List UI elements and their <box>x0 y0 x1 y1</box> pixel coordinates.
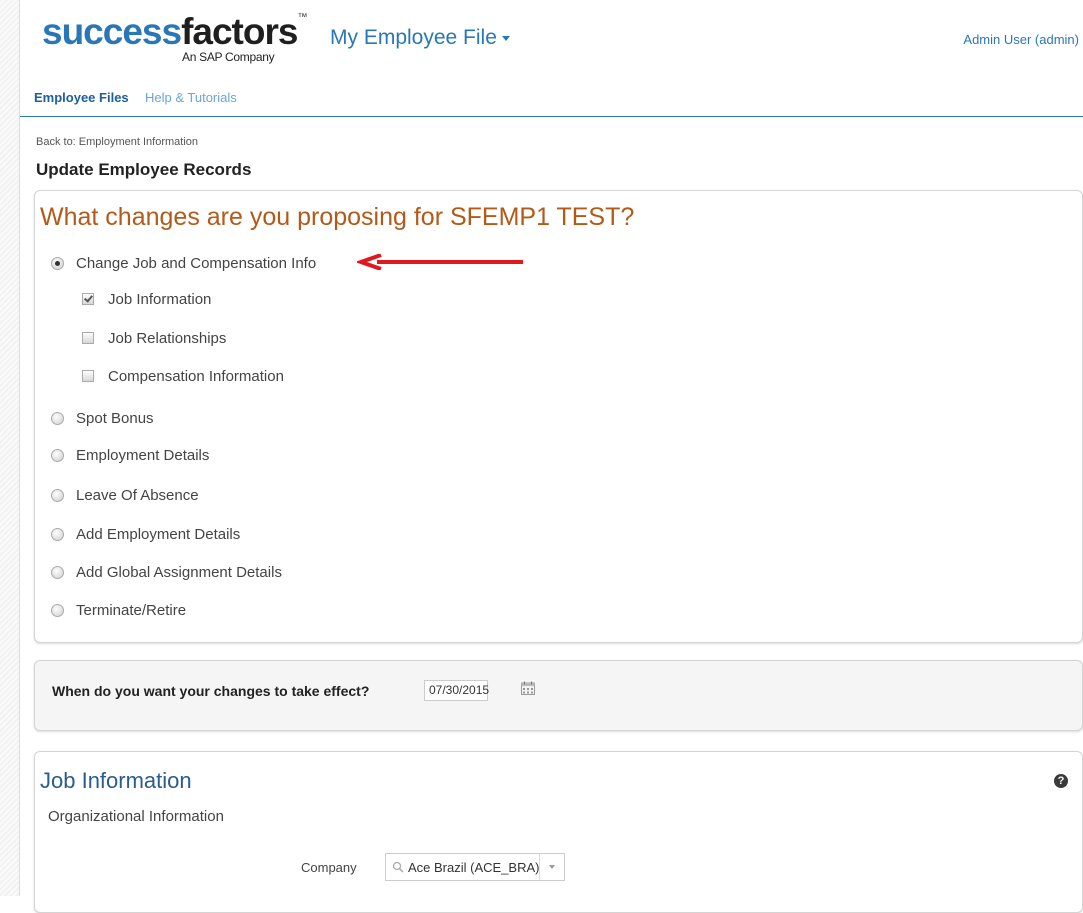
user-menu[interactable]: Admin User (admin) <box>963 32 1079 47</box>
option-label: Spot Bonus <box>76 409 154 427</box>
tab-employee-files[interactable]: Employee Files <box>34 90 129 105</box>
dropdown-arrow-icon[interactable] <box>539 854 564 880</box>
top-nav: Employee Files Help & Tutorials <box>20 82 1083 117</box>
breadcrumb[interactable]: Back to: Employment Information <box>36 136 198 148</box>
checkbox-label: Job Information <box>108 290 212 308</box>
changes-question: What changes are you proposing for SFEMP… <box>40 203 635 231</box>
logo-text-factors: factors <box>181 11 298 52</box>
checkbox-icon[interactable] <box>82 370 94 382</box>
app-header: successfactors™ An SAP Company My Employ… <box>20 0 1083 82</box>
app-title-label: My Employee File <box>330 26 497 49</box>
option-label: Add Employment Details <box>76 525 241 543</box>
job-information-title: Job Information <box>40 768 192 793</box>
company-value: Ace Brazil (ACE_BRA) <box>408 859 540 875</box>
option-add-global-assignment[interactable]: Add Global Assignment Details <box>51 561 282 583</box>
company-select[interactable]: Ace Brazil (ACE_BRA) <box>385 853 565 881</box>
checkbox-label: Job Relationships <box>108 329 227 347</box>
page-title: Update Employee Records <box>36 160 252 179</box>
checkbox-job-information[interactable]: Job Information <box>82 288 211 310</box>
logo-tm: ™ <box>297 12 308 23</box>
checkbox-icon[interactable] <box>82 332 94 344</box>
effective-date-label: When do you want your changes to take ef… <box>52 683 370 699</box>
search-icon <box>392 861 404 873</box>
checkbox-label: Compensation Information <box>108 367 284 385</box>
option-spot-bonus[interactable]: Spot Bonus <box>51 407 154 429</box>
chevron-down-icon <box>501 35 510 41</box>
successfactors-logo[interactable]: successfactors™ An SAP Company <box>42 11 307 68</box>
option-change-job-comp[interactable]: Change Job and Compensation Info <box>51 252 316 274</box>
app-title-menu[interactable]: My Employee File <box>330 26 510 50</box>
effective-date-panel: When do you want your changes to take ef… <box>34 660 1083 731</box>
tab-help-tutorials[interactable]: Help & Tutorials <box>145 90 237 105</box>
effective-date-input[interactable]: 07/30/2015 <box>424 680 489 701</box>
radio-icon[interactable] <box>51 411 64 425</box>
radio-icon[interactable] <box>51 488 64 502</box>
company-label: Company <box>301 860 357 875</box>
radio-icon[interactable] <box>51 603 64 617</box>
option-add-employment-details[interactable]: Add Employment Details <box>51 523 240 545</box>
option-label: Leave Of Absence <box>76 486 199 504</box>
left-gutter <box>0 0 20 896</box>
option-label: Terminate/Retire <box>76 601 187 619</box>
checkbox-checked-icon[interactable] <box>82 293 94 305</box>
logo-tagline: An SAP Company <box>182 50 275 64</box>
changes-panel: What changes are you proposing for SFEMP… <box>34 190 1083 643</box>
option-label: Change Job and Compensation Info <box>76 254 317 272</box>
red-arrow-annotation <box>357 254 523 270</box>
radio-selected-icon[interactable] <box>51 256 64 270</box>
help-icon[interactable]: ? <box>1054 774 1068 788</box>
option-label: Add Global Assignment Details <box>76 563 282 581</box>
organizational-information-label: Organizational Information <box>48 808 224 825</box>
option-terminate-retire[interactable]: Terminate/Retire <box>51 599 186 621</box>
calendar-icon[interactable] <box>521 681 535 695</box>
radio-icon[interactable] <box>51 448 64 462</box>
radio-icon[interactable] <box>51 527 64 541</box>
option-leave-of-absence[interactable]: Leave Of Absence <box>51 484 199 506</box>
checkbox-compensation-information[interactable]: Compensation Information <box>82 365 284 387</box>
radio-icon[interactable] <box>51 565 64 579</box>
job-information-panel: Job Information ? Organizational Informa… <box>34 751 1083 913</box>
option-employment-details[interactable]: Employment Details <box>51 444 209 466</box>
option-label: Employment Details <box>76 446 210 464</box>
checkbox-job-relationships[interactable]: Job Relationships <box>82 327 226 349</box>
logo-text-success: success <box>42 11 182 52</box>
